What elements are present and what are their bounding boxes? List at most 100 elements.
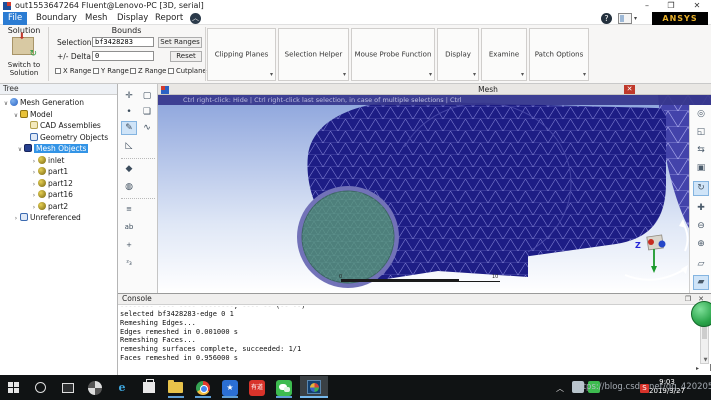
plane-tool-icon[interactable]: ◆ bbox=[121, 162, 137, 176]
help-icon[interactable]: ? bbox=[601, 13, 612, 24]
menu-display[interactable]: Display bbox=[112, 12, 153, 25]
geometry-objects-icon bbox=[30, 133, 38, 141]
point-probe-tool-icon[interactable]: • bbox=[121, 105, 137, 119]
tree-node-part12[interactable]: ›part12 bbox=[2, 178, 114, 190]
pinwheel-app-button[interactable] bbox=[83, 376, 107, 398]
store-button[interactable] bbox=[137, 376, 161, 398]
tree-node-model[interactable]: ∨Model bbox=[2, 109, 114, 121]
menu-boundary[interactable]: Boundary bbox=[31, 12, 82, 25]
app-icon bbox=[3, 2, 11, 10]
folder-icon bbox=[168, 382, 183, 393]
layout-caret-icon[interactable]: ▾ bbox=[634, 15, 637, 22]
mesh-viewport[interactable]: 0 10 Z Ctrl right-click: Hide | bbox=[158, 95, 711, 293]
label-tool-icon[interactable]: ab bbox=[121, 220, 137, 234]
chrome-icon bbox=[196, 381, 210, 395]
maximize-button[interactable]: ❐ bbox=[662, 0, 680, 11]
cutplanes-checkbox[interactable]: Cutplanes bbox=[168, 67, 210, 75]
surface-list-tool-icon[interactable]: ≡ bbox=[121, 202, 137, 216]
zoom-in-icon[interactable]: ⊕ bbox=[693, 237, 709, 252]
z-range-checkbox[interactable]: Z Range bbox=[130, 67, 166, 75]
tree-node-part16[interactable]: ›part16 bbox=[2, 189, 114, 201]
tray-chevron-icon[interactable]: ︿ bbox=[556, 383, 564, 394]
tree-node-geometry-objects[interactable]: Geometry Objects bbox=[2, 132, 114, 144]
rotate-axes-tool-icon[interactable]: ✛ bbox=[121, 89, 137, 103]
tree-node-unreferenced[interactable]: ›Unreferenced bbox=[2, 212, 114, 224]
copy-zones-tool-icon[interactable]: ❏ bbox=[139, 105, 155, 119]
tree-node-mesh-generation[interactable]: ∨Mesh Generation bbox=[2, 97, 114, 109]
perspective-icon[interactable]: ▱ bbox=[693, 257, 709, 272]
minimize-button[interactable]: – bbox=[638, 0, 656, 11]
selection-helper-button[interactable]: Selection Helper▾ bbox=[278, 28, 349, 81]
dropdown-caret-icon: ▾ bbox=[473, 70, 476, 79]
file-explorer-button[interactable] bbox=[164, 376, 188, 398]
tree-node-cad-assemblies[interactable]: CAD Assemblies bbox=[2, 120, 114, 132]
perspective-on-icon[interactable]: ▰ bbox=[693, 275, 709, 290]
tree-node-part1[interactable]: ›part1 bbox=[2, 166, 114, 178]
x-range-checkbox[interactable]: X Range bbox=[55, 67, 91, 75]
menu-bar: File Boundary Mesh Display Report ︿ ? ▾ … bbox=[0, 12, 711, 25]
floating-assistant-ball[interactable] bbox=[691, 301, 711, 327]
console-title: Console bbox=[118, 294, 711, 305]
console-scroll-right-icon[interactable]: ▸ bbox=[696, 365, 699, 372]
reset-button[interactable]: Reset bbox=[170, 51, 202, 62]
zoom-window-icon[interactable]: ◱ bbox=[693, 125, 709, 140]
mesh-tab-icon bbox=[161, 86, 169, 94]
menu-report[interactable]: Report bbox=[150, 12, 188, 25]
y-range-checkbox[interactable]: Y Range bbox=[93, 67, 129, 75]
wechat-icon bbox=[276, 380, 292, 396]
lasso-select-tool-icon[interactable]: ∿ bbox=[139, 121, 155, 135]
console-restore-icon[interactable]: ❐ bbox=[683, 295, 693, 304]
sphere-tool-icon[interactable]: ◍ bbox=[121, 180, 137, 194]
menu-file[interactable]: File bbox=[3, 12, 27, 25]
start-button[interactable] bbox=[2, 376, 26, 398]
cad-assemblies-icon bbox=[30, 121, 38, 129]
star-app-button[interactable]: ★ bbox=[218, 376, 242, 398]
layout-arrange-icon[interactable] bbox=[618, 13, 632, 24]
menu-mesh[interactable]: Mesh bbox=[80, 12, 112, 25]
clipping-planes-button[interactable]: Clipping Planes▾ bbox=[207, 28, 276, 81]
cortana-button[interactable] bbox=[29, 376, 53, 398]
patch-options-button[interactable]: Patch Options▾ bbox=[529, 28, 589, 81]
mouse-probe-function-button[interactable]: Mouse Probe Function▾ bbox=[351, 28, 435, 81]
dropdown-caret-icon: ▾ bbox=[270, 70, 273, 79]
rotate-view-icon[interactable]: ↻ bbox=[693, 181, 709, 196]
tree-panel-title: Tree bbox=[0, 84, 117, 95]
selection-input[interactable] bbox=[92, 37, 154, 47]
console-output[interactable]: -------- ---- ---- --------, ---- -- (--… bbox=[120, 306, 695, 374]
display-button[interactable]: Display▾ bbox=[437, 28, 479, 81]
ribbon: Solution Switch to Solution Bounds Selec… bbox=[0, 25, 711, 84]
move-view-icon[interactable]: ✚ bbox=[693, 201, 709, 216]
count-tool-icon[interactable]: ²₃ bbox=[121, 256, 137, 270]
wechat-button[interactable] bbox=[272, 376, 296, 398]
dropdown-caret-icon: ▾ bbox=[521, 70, 524, 79]
box-select-tool-icon[interactable]: ▢ bbox=[139, 89, 155, 103]
delta-input[interactable] bbox=[92, 51, 154, 61]
probe-icon[interactable]: ◎ bbox=[693, 107, 709, 122]
chrome-button[interactable] bbox=[191, 376, 215, 398]
angle-measure-tool-icon[interactable]: ◺ bbox=[121, 139, 137, 153]
ansys-logo: ANSYS bbox=[652, 12, 708, 25]
pan-icon[interactable]: ⇆ bbox=[693, 143, 709, 158]
part-icon bbox=[38, 190, 46, 198]
set-ranges-button[interactable]: Set Ranges bbox=[158, 37, 202, 48]
add-surface-tool-icon[interactable]: + bbox=[121, 238, 137, 252]
tree-node-part2[interactable]: ›part2 bbox=[2, 201, 114, 213]
edge-button[interactable]: e bbox=[110, 376, 134, 398]
switch-to-solution-icon[interactable] bbox=[12, 37, 34, 55]
fluent-taskbar-button[interactable] bbox=[300, 376, 328, 398]
fluent-app-icon bbox=[307, 380, 321, 394]
close-button[interactable]: ✕ bbox=[688, 0, 706, 11]
collapse-ribbon-icon[interactable]: ︿ bbox=[190, 13, 201, 24]
task-view-button[interactable] bbox=[56, 376, 80, 398]
switch-to-solution-button[interactable]: Switch to Solution bbox=[0, 61, 48, 77]
graphics-close-icon[interactable]: ✕ bbox=[624, 85, 635, 94]
tree-node-inlet[interactable]: ›inlet bbox=[2, 155, 114, 167]
part-icon bbox=[38, 202, 46, 210]
tree-panel: Tree ∨Mesh Generation ∨Model CAD Assembl… bbox=[0, 84, 118, 375]
zoom-out-icon[interactable]: ⊖ bbox=[693, 219, 709, 234]
youdao-button[interactable]: 有道 bbox=[245, 376, 269, 398]
fit-to-window-icon[interactable]: ▣ bbox=[693, 161, 709, 176]
polyline-tool-icon[interactable]: ✎ bbox=[121, 121, 137, 135]
examine-button[interactable]: Examine▾ bbox=[481, 28, 527, 81]
tree-node-mesh-objects[interactable]: ∨Mesh Objects bbox=[2, 143, 114, 155]
